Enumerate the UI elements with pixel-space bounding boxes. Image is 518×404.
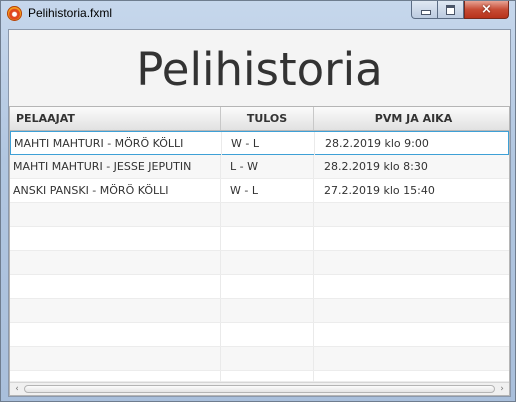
empty-cell <box>221 227 314 250</box>
empty-cell <box>314 251 509 274</box>
empty-cell <box>314 203 509 226</box>
column-header-players[interactable]: PELAAJAT <box>10 107 221 130</box>
empty-cell <box>314 323 509 346</box>
table-header: PELAAJAT TULOS PVM JA AIKA <box>10 107 509 131</box>
table-row[interactable]: MAHTI MAHTURI - JESSE JEPUTIN L - W 28.2… <box>10 155 509 179</box>
empty-cell <box>221 203 314 226</box>
cell-result: L - W <box>221 155 314 178</box>
empty-row <box>10 371 509 382</box>
scroll-right-icon[interactable]: › <box>496 383 508 395</box>
empty-cell <box>10 227 221 250</box>
cell-players: ANSKI PANSKI - MÖRÖ KÖLLI <box>10 179 221 202</box>
empty-cell <box>314 371 509 382</box>
minimize-icon <box>421 10 431 15</box>
empty-cell <box>10 203 221 226</box>
cell-players: MAHTI MAHTURI - JESSE JEPUTIN <box>10 155 221 178</box>
maximize-icon <box>446 5 455 15</box>
empty-cell <box>221 251 314 274</box>
horizontal-scrollbar[interactable]: ‹ › <box>10 382 509 395</box>
cell-result: W - L <box>222 132 315 155</box>
empty-cell <box>10 323 221 346</box>
empty-row <box>10 323 509 347</box>
maximize-button[interactable] <box>438 1 464 19</box>
empty-row <box>10 275 509 299</box>
history-table: PELAAJAT TULOS PVM JA AIKA MAHTI MAHTURI… <box>9 106 510 396</box>
cell-result: W - L <box>221 179 314 202</box>
empty-cell <box>10 275 221 298</box>
minimize-button[interactable] <box>411 1 438 19</box>
empty-cell <box>314 299 509 322</box>
empty-cell <box>10 299 221 322</box>
empty-cell <box>10 371 221 382</box>
close-icon: × <box>481 2 492 17</box>
scrollbar-thumb[interactable] <box>24 385 495 393</box>
empty-cell <box>221 275 314 298</box>
empty-cell <box>221 371 314 382</box>
app-icon <box>7 6 22 21</box>
window-title: Pelihistoria.fxml <box>28 6 113 20</box>
column-header-result[interactable]: TULOS <box>221 107 314 130</box>
empty-cell <box>314 227 509 250</box>
empty-cell <box>10 251 221 274</box>
empty-row <box>10 227 509 251</box>
empty-cell <box>314 275 509 298</box>
table-body: MAHTI MAHTURI - MÖRÖ KÖLLI W - L 28.2.20… <box>10 131 509 382</box>
cell-datetime: 27.2.2019 klo 15:40 <box>324 184 435 197</box>
empty-cell <box>221 323 314 346</box>
empty-row <box>10 203 509 227</box>
column-header-datetime[interactable]: PVM JA AIKA <box>314 107 509 130</box>
empty-cell <box>221 299 314 322</box>
scroll-left-icon[interactable]: ‹ <box>11 383 23 395</box>
empty-row <box>10 347 509 371</box>
empty-row <box>10 251 509 275</box>
content-area: Pelihistoria PELAAJAT TULOS PVM JA AIKA … <box>8 29 511 397</box>
cell-datetime: 28.2.2019 klo 9:00 <box>325 137 429 150</box>
empty-cell <box>314 347 509 370</box>
empty-cell <box>10 347 221 370</box>
table-row[interactable]: ANSKI PANSKI - MÖRÖ KÖLLI W - L 27.2.201… <box>10 179 509 203</box>
empty-row <box>10 299 509 323</box>
cell-players: MAHTI MAHTURI - MÖRÖ KÖLLI <box>11 132 222 155</box>
empty-cell <box>221 347 314 370</box>
title-bar[interactable]: Pelihistoria.fxml × <box>1 1 515 27</box>
page-title: Pelihistoria <box>136 43 383 96</box>
app-window: Pelihistoria.fxml × Pelihistoria PELAAJA… <box>0 0 516 402</box>
table-row[interactable]: MAHTI MAHTURI - MÖRÖ KÖLLI W - L 28.2.20… <box>10 131 509 155</box>
close-button[interactable]: × <box>464 1 509 19</box>
cell-datetime: 28.2.2019 klo 8:30 <box>324 160 428 173</box>
